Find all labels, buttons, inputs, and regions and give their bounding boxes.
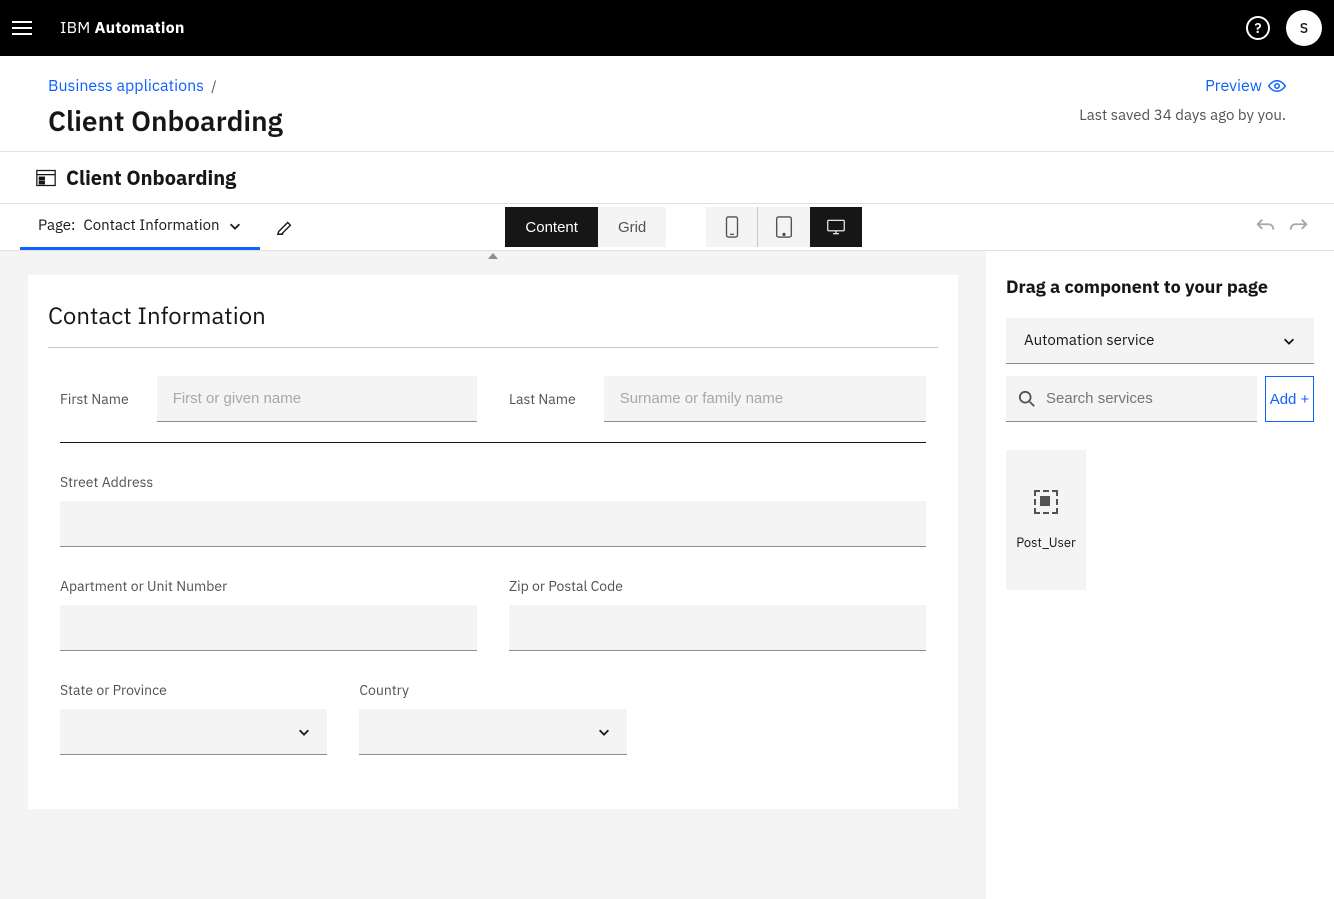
toolbar: Page: Contact Information Content Grid — [0, 203, 1334, 251]
state-label: State or Province — [60, 681, 327, 699]
mobile-icon — [723, 216, 741, 238]
breadcrumb: Business applications / — [48, 76, 283, 96]
apartment-label: Apartment or Unit Number — [60, 577, 477, 595]
preview-label: Preview — [1205, 76, 1262, 96]
mobile-device-button[interactable] — [706, 207, 758, 247]
last-saved-text: Last saved 34 days ago by you. — [1079, 106, 1286, 125]
chevron-down-icon — [597, 725, 611, 739]
country-select[interactable] — [359, 709, 626, 755]
redo-icon[interactable] — [1288, 216, 1310, 238]
main-body: Contact Information First Name Last Name… — [0, 251, 1334, 899]
dropdown-value: Automation service — [1024, 331, 1154, 350]
desktop-icon — [827, 216, 845, 238]
breadcrumb-link[interactable]: Business applications — [48, 76, 204, 96]
grid-tab[interactable]: Grid — [598, 207, 666, 247]
component-icon — [1034, 490, 1058, 514]
view-mode-toggle: Content Grid — [505, 207, 666, 247]
right-panel: Drag a component to your page Automation… — [986, 251, 1334, 899]
pencil-icon — [276, 218, 294, 236]
preview-button[interactable]: Preview — [1205, 76, 1286, 96]
page-selector[interactable]: Page: Contact Information — [20, 204, 260, 250]
brand-suffix: Automation — [94, 18, 184, 38]
diagram-icon — [36, 169, 56, 187]
chevron-down-icon — [297, 725, 311, 739]
zip-label: Zip or Postal Code — [509, 577, 926, 595]
avatar[interactable]: S — [1286, 10, 1322, 46]
form-card: Contact Information First Name Last Name… — [28, 275, 958, 809]
canvas-area[interactable]: Contact Information First Name Last Name… — [0, 251, 986, 899]
panel-title: Drag a component to your page — [1006, 275, 1314, 298]
brand-prefix: IBM — [60, 18, 90, 38]
sub-header: Client Onboarding — [0, 152, 1334, 203]
sub-header-title: Client Onboarding — [66, 164, 236, 191]
brand-logo: IBM Automation — [60, 18, 185, 38]
search-input[interactable] — [1046, 390, 1245, 407]
street-address-label: Street Address — [60, 473, 926, 491]
page-selector-label: Page: — [38, 216, 75, 235]
last-name-label: Last Name — [509, 390, 576, 408]
avatar-initial: S — [1300, 19, 1308, 37]
page-selector-value: Contact Information — [83, 216, 219, 235]
apartment-input[interactable] — [60, 605, 477, 651]
device-toggle — [706, 207, 862, 247]
service-type-dropdown[interactable]: Automation service — [1006, 318, 1314, 364]
street-address-input[interactable] — [60, 501, 926, 547]
section-divider — [60, 442, 926, 443]
chevron-down-icon — [1282, 334, 1296, 348]
first-name-label: First Name — [60, 390, 129, 408]
breadcrumb-separator: / — [211, 77, 216, 95]
desktop-device-button[interactable] — [810, 207, 862, 247]
component-name: Post_User — [1016, 534, 1076, 551]
scroll-up-indicator — [488, 253, 498, 259]
search-icon — [1018, 390, 1036, 408]
page-title: Client Onboarding — [48, 102, 283, 139]
country-label: Country — [359, 681, 626, 699]
content-tab[interactable]: Content — [505, 207, 598, 247]
chevron-down-icon — [228, 219, 242, 233]
hamburger-menu-icon[interactable] — [12, 16, 36, 40]
help-icon[interactable]: ? — [1246, 16, 1270, 40]
tablet-icon — [775, 216, 793, 238]
eye-icon — [1268, 77, 1286, 95]
add-button[interactable]: Add + — [1265, 376, 1314, 422]
zip-input[interactable] — [509, 605, 926, 651]
search-box[interactable] — [1006, 376, 1257, 422]
first-name-input[interactable] — [157, 376, 477, 422]
top-header: IBM Automation ? S — [0, 0, 1334, 56]
page-header: Business applications / Client Onboardin… — [0, 56, 1334, 152]
form-title: Contact Information — [48, 299, 938, 348]
state-select[interactable] — [60, 709, 327, 755]
tablet-device-button[interactable] — [758, 207, 810, 247]
edit-button[interactable] — [260, 204, 310, 250]
undo-icon[interactable] — [1254, 216, 1276, 238]
last-name-input[interactable] — [604, 376, 926, 422]
component-tile-post-user[interactable]: Post_User — [1006, 450, 1086, 590]
